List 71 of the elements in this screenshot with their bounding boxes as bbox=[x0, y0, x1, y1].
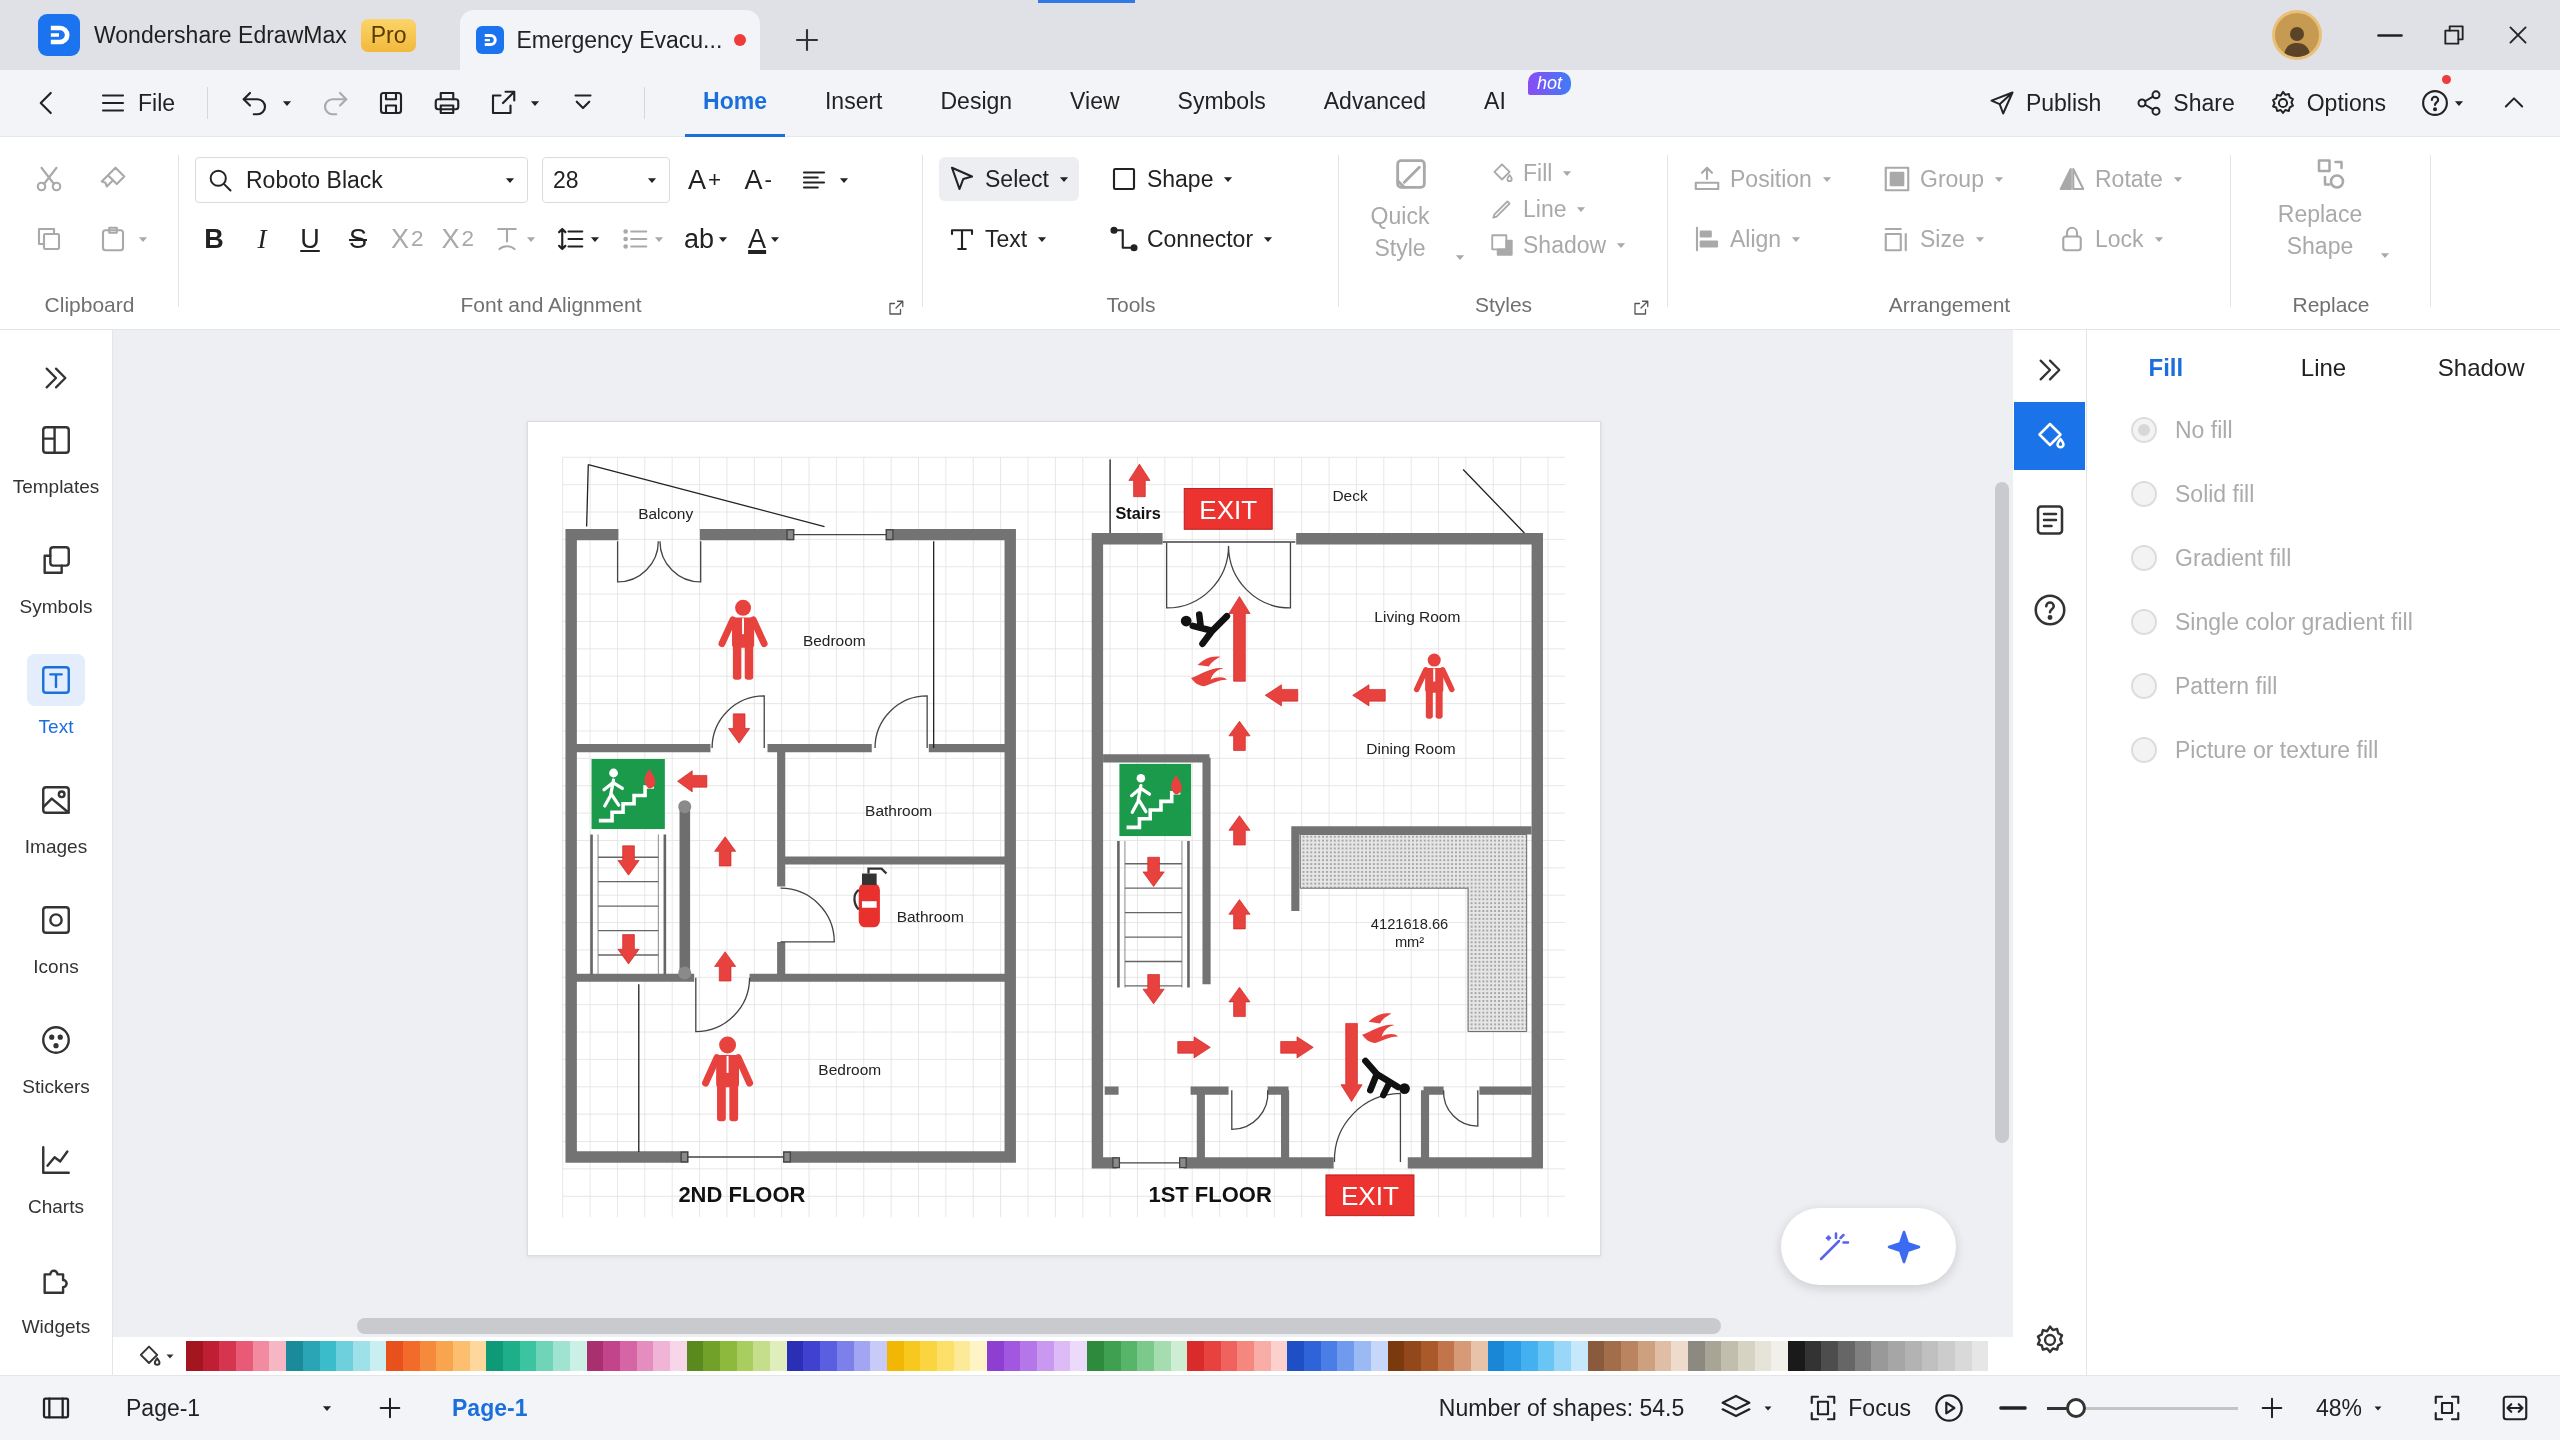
select-button[interactable]: Select bbox=[939, 157, 1079, 201]
field-value: 28 bbox=[553, 166, 580, 194]
menu-tab[interactable]: Insert bbox=[806, 69, 901, 137]
font-color-button[interactable]: A bbox=[744, 217, 787, 261]
option-label: No fill bbox=[2175, 416, 2233, 444]
sidebar-item[interactable]: Charts bbox=[6, 1128, 106, 1248]
bold-button[interactable]: B bbox=[195, 217, 233, 261]
exit-sign: EXIT bbox=[1183, 488, 1273, 530]
sidebar-item[interactable]: Icons bbox=[6, 888, 106, 1008]
focus-button[interactable]: Focus bbox=[1802, 1386, 1917, 1430]
hot-badge: hot bbox=[1528, 71, 1572, 95]
sidebar-item[interactable]: Templates bbox=[6, 408, 106, 528]
menu-tab[interactable]: Symbols bbox=[1159, 69, 1284, 137]
pro-badge: Pro bbox=[360, 18, 417, 52]
app-title: Wondershare EdrawMax bbox=[94, 21, 347, 49]
menu-tab[interactable]: AI bbox=[1466, 69, 1524, 137]
menu-tab[interactable]: Design bbox=[922, 69, 1031, 137]
group-label: Tools bbox=[1106, 292, 1156, 318]
option-label: Picture or texture fill bbox=[2175, 736, 2379, 764]
group-label: Arrangement bbox=[1888, 292, 2011, 318]
share-button[interactable]: Share bbox=[2129, 79, 2241, 127]
publish-button[interactable]: Publish bbox=[1981, 79, 2108, 127]
sidebar-item[interactable]: Symbols bbox=[6, 528, 106, 648]
room-label: Bedroom bbox=[818, 1061, 882, 1079]
option-label: Solid fill bbox=[2175, 480, 2255, 508]
underline-button[interactable]: U bbox=[291, 217, 329, 261]
room-label: Living Room bbox=[1374, 607, 1461, 625]
strikethrough-button[interactable]: S bbox=[339, 217, 377, 261]
room-label: Dining Room bbox=[1366, 740, 1456, 758]
sidebar-item[interactable]: Widgets bbox=[6, 1248, 106, 1368]
group-label: Clipboard bbox=[44, 292, 135, 318]
room-label: Deck bbox=[1332, 487, 1368, 505]
option-label: Pattern fill bbox=[2175, 672, 2278, 700]
map-label: Stairs bbox=[1115, 504, 1161, 523]
group-label: Replace bbox=[2292, 292, 2370, 318]
panel-tab[interactable]: Shadow bbox=[2402, 330, 2560, 406]
file-menu[interactable]: File bbox=[92, 79, 182, 127]
shape-count: Number of shapes: 54.5 bbox=[1438, 1394, 1685, 1422]
exit-sign: EXIT bbox=[1325, 1174, 1415, 1217]
tab-title: Emergency Evacu... bbox=[516, 26, 723, 54]
group-label: Font and Alignment bbox=[460, 292, 642, 318]
highlight-button[interactable]: ab bbox=[680, 217, 735, 261]
panel-tab[interactable]: Line bbox=[2244, 330, 2403, 406]
connector-button[interactable]: Connector bbox=[1100, 217, 1284, 261]
sidebar-item[interactable]: Text bbox=[6, 648, 106, 768]
room-label: Bathroom bbox=[865, 802, 933, 820]
panel-tab[interactable]: Fill bbox=[2087, 330, 2245, 406]
menu-tab[interactable]: View bbox=[1052, 69, 1138, 137]
text-button[interactable]: Text bbox=[939, 217, 1079, 261]
option-label: Gradient fill bbox=[2175, 544, 2292, 572]
group-label: Styles bbox=[1474, 292, 1533, 318]
option-label: Single color gradient fill bbox=[2175, 608, 2413, 636]
options-button[interactable]: Options bbox=[2262, 79, 2392, 127]
menu-tab[interactable]: Advanced bbox=[1305, 69, 1445, 137]
shape-button[interactable]: Shape bbox=[1100, 157, 1284, 201]
font-name-field[interactable]: Roboto Black bbox=[195, 157, 528, 203]
zoom-level-select[interactable]: 48% bbox=[2309, 1386, 2390, 1430]
page-select[interactable]: Page-1 bbox=[120, 1386, 340, 1430]
sidebar-item[interactable]: Images bbox=[6, 768, 106, 888]
floor-title: 1ST FLOOR bbox=[1148, 1182, 1272, 1207]
italic-button[interactable]: I bbox=[243, 217, 281, 261]
sidebar-item[interactable]: Stickers bbox=[6, 1008, 106, 1128]
room-label: Balcony bbox=[638, 505, 694, 522]
area-label: 4121618.66 mm² bbox=[1370, 915, 1449, 950]
room-label: Bedroom bbox=[802, 631, 866, 649]
page-tab[interactable]: Page-1 bbox=[438, 1376, 542, 1440]
field-value: Roboto Black bbox=[246, 166, 384, 194]
room-label: Bathroom bbox=[896, 908, 964, 926]
document-tab[interactable]: Emergency Evacu... bbox=[460, 10, 761, 70]
floor-title: 2ND FLOOR bbox=[678, 1182, 806, 1207]
font-size-field[interactable]: 28 bbox=[542, 157, 670, 203]
